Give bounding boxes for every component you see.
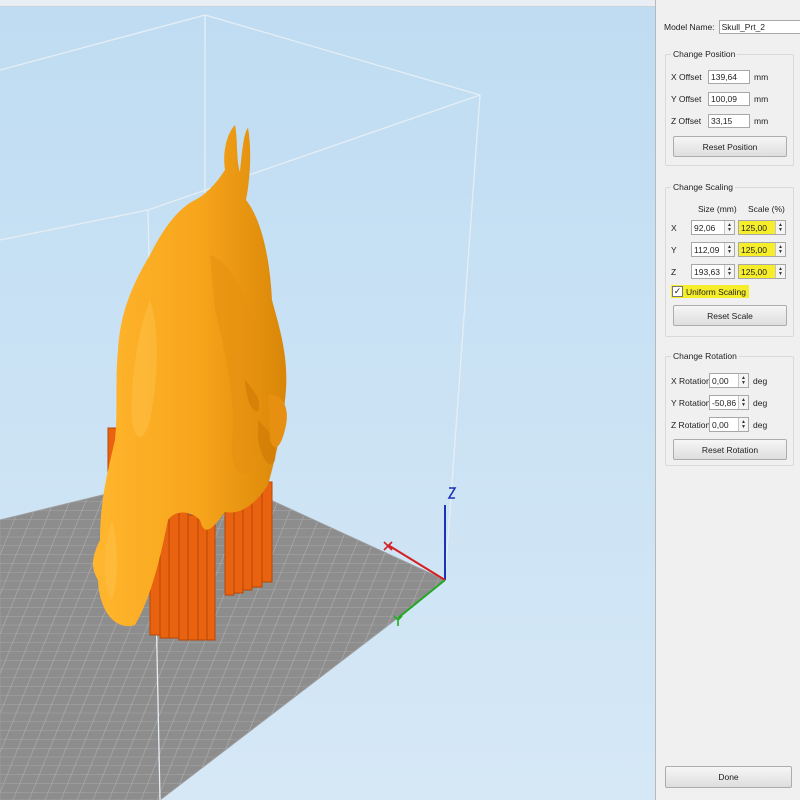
scale-y-spinbox[interactable]: 125,00 ▲ ▼ [738, 242, 786, 257]
size-z-value: 193,63 [694, 267, 720, 277]
x-offset-label: X Offset [671, 72, 702, 82]
size-z-spin-arrows-icon[interactable]: ▲ ▼ [724, 265, 734, 278]
z-offset-unit: mm [754, 116, 769, 126]
scale-z-spinbox[interactable]: 125,00 ▲ ▼ [738, 264, 786, 279]
scale-x-label: X [671, 222, 677, 233]
scale-x-spin-arrows-icon[interactable]: ▲ ▼ [775, 221, 785, 234]
y-rotation-value: -50,86 [712, 398, 737, 408]
y-rotation-unit: deg [753, 397, 768, 408]
y-offset-label: Y Offset [671, 94, 702, 104]
scale-y-value: 125,00 [739, 243, 775, 256]
reset-position-button[interactable]: Reset Position [673, 136, 787, 157]
scale-z-row: Z 193,63 ▲ ▼ 125,00 ▲ ▼ [671, 264, 786, 279]
z-rotation-row: Z Rotation 0,00 ▲ ▼ deg [671, 417, 767, 432]
x-offset-row: X Offset 139,64 mm [671, 70, 768, 84]
done-button[interactable]: Done [665, 766, 792, 788]
properties-panel: Model Name: Skull_Prt_2 Change Position … [655, 0, 800, 800]
size-x-spin-arrows-icon[interactable]: ▲ ▼ [724, 221, 734, 234]
z-offset-row: Z Offset 33,15 mm [671, 114, 768, 128]
scale-x-spinbox[interactable]: 125,00 ▲ ▼ [738, 220, 786, 235]
x-rotation-spin-arrows-icon[interactable]: ▲ ▼ [738, 374, 748, 387]
y-rotation-spinbox[interactable]: -50,86 ▲ ▼ [709, 395, 749, 410]
scale-y-spin-arrows-icon[interactable]: ▲ ▼ [775, 243, 785, 256]
scale-x-row: X 92,06 ▲ ▼ 125,00 ▲ ▼ [671, 220, 786, 235]
scaling-group-title: Change Scaling [671, 182, 736, 192]
scale-column-header: Scale (%) [748, 204, 785, 214]
reset-rotation-button[interactable]: Reset Rotation [673, 439, 787, 460]
size-y-spinbox[interactable]: 112,09 ▲ ▼ [691, 242, 735, 257]
reset-scale-button[interactable]: Reset Scale [673, 305, 787, 326]
y-offset-unit: mm [754, 94, 769, 104]
position-group-title: Change Position [671, 49, 738, 59]
y-offset-row: Y Offset 100,09 mm [671, 92, 768, 106]
scale-z-spin-arrows-icon[interactable]: ▲ ▼ [775, 265, 785, 278]
z-rotation-spin-arrows-icon[interactable]: ▲ ▼ [738, 418, 748, 431]
size-z-spinbox[interactable]: 193,63 ▲ ▼ [691, 264, 735, 279]
x-rotation-unit: deg [753, 375, 768, 386]
size-x-spinbox[interactable]: 92,06 ▲ ▼ [691, 220, 735, 235]
y-rotation-spin-arrows-icon[interactable]: ▲ ▼ [738, 396, 748, 409]
scale-y-label: Y [671, 244, 677, 255]
x-rotation-value: 0,00 [712, 376, 729, 386]
y-rotation-row: Y Rotation -50,86 ▲ ▼ deg [671, 395, 767, 410]
x-rotation-spinbox[interactable]: 0,00 ▲ ▼ [709, 373, 749, 388]
scale-z-value: 125,00 [739, 265, 775, 278]
scale-x-value: 125,00 [739, 221, 775, 234]
model-name-input[interactable]: Skull_Prt_2 [718, 20, 800, 34]
y-offset-input[interactable]: 100,09 [708, 92, 750, 106]
rotation-group-title: Change Rotation [671, 351, 739, 361]
scene [0, 14, 481, 800]
size-x-value: 92,06 [694, 223, 716, 233]
z-offset-label: Z Offset [671, 116, 702, 126]
uniform-scaling-label: Uniform Scaling [686, 286, 746, 297]
build-plate [0, 469, 446, 800]
size-y-value: 112,09 [694, 245, 720, 255]
size-column-header: Size (mm) [698, 204, 737, 214]
x-rotation-row: X Rotation 0,00 ▲ ▼ deg [671, 373, 767, 388]
scale-y-row: Y 112,09 ▲ ▼ 125,00 ▲ ▼ [671, 242, 786, 257]
z-rotation-value: 0,00 [712, 420, 729, 430]
x-offset-unit: mm [754, 72, 769, 82]
y-rotation-label: Y Rotation [671, 397, 711, 408]
model-name-label: Model Name: [664, 22, 715, 32]
z-offset-input[interactable]: 33,15 [708, 114, 750, 128]
z-rotation-spinbox[interactable]: 0,00 ▲ ▼ [709, 417, 749, 432]
model-name-row: Model Name: Skull_Prt_2 [664, 20, 800, 34]
scale-z-label: Z [671, 266, 677, 277]
size-y-spin-arrows-icon[interactable]: ▲ ▼ [724, 243, 734, 256]
3d-viewport[interactable] [0, 0, 655, 800]
checkmark-icon: ✓ [672, 286, 683, 297]
uniform-scaling-checkbox[interactable]: ✓ Uniform Scaling [671, 285, 749, 298]
z-rotation-label: Z Rotation [671, 419, 711, 430]
x-rotation-label: X Rotation [671, 375, 711, 386]
z-rotation-unit: deg [753, 419, 768, 430]
x-offset-input[interactable]: 139,64 [708, 70, 750, 84]
